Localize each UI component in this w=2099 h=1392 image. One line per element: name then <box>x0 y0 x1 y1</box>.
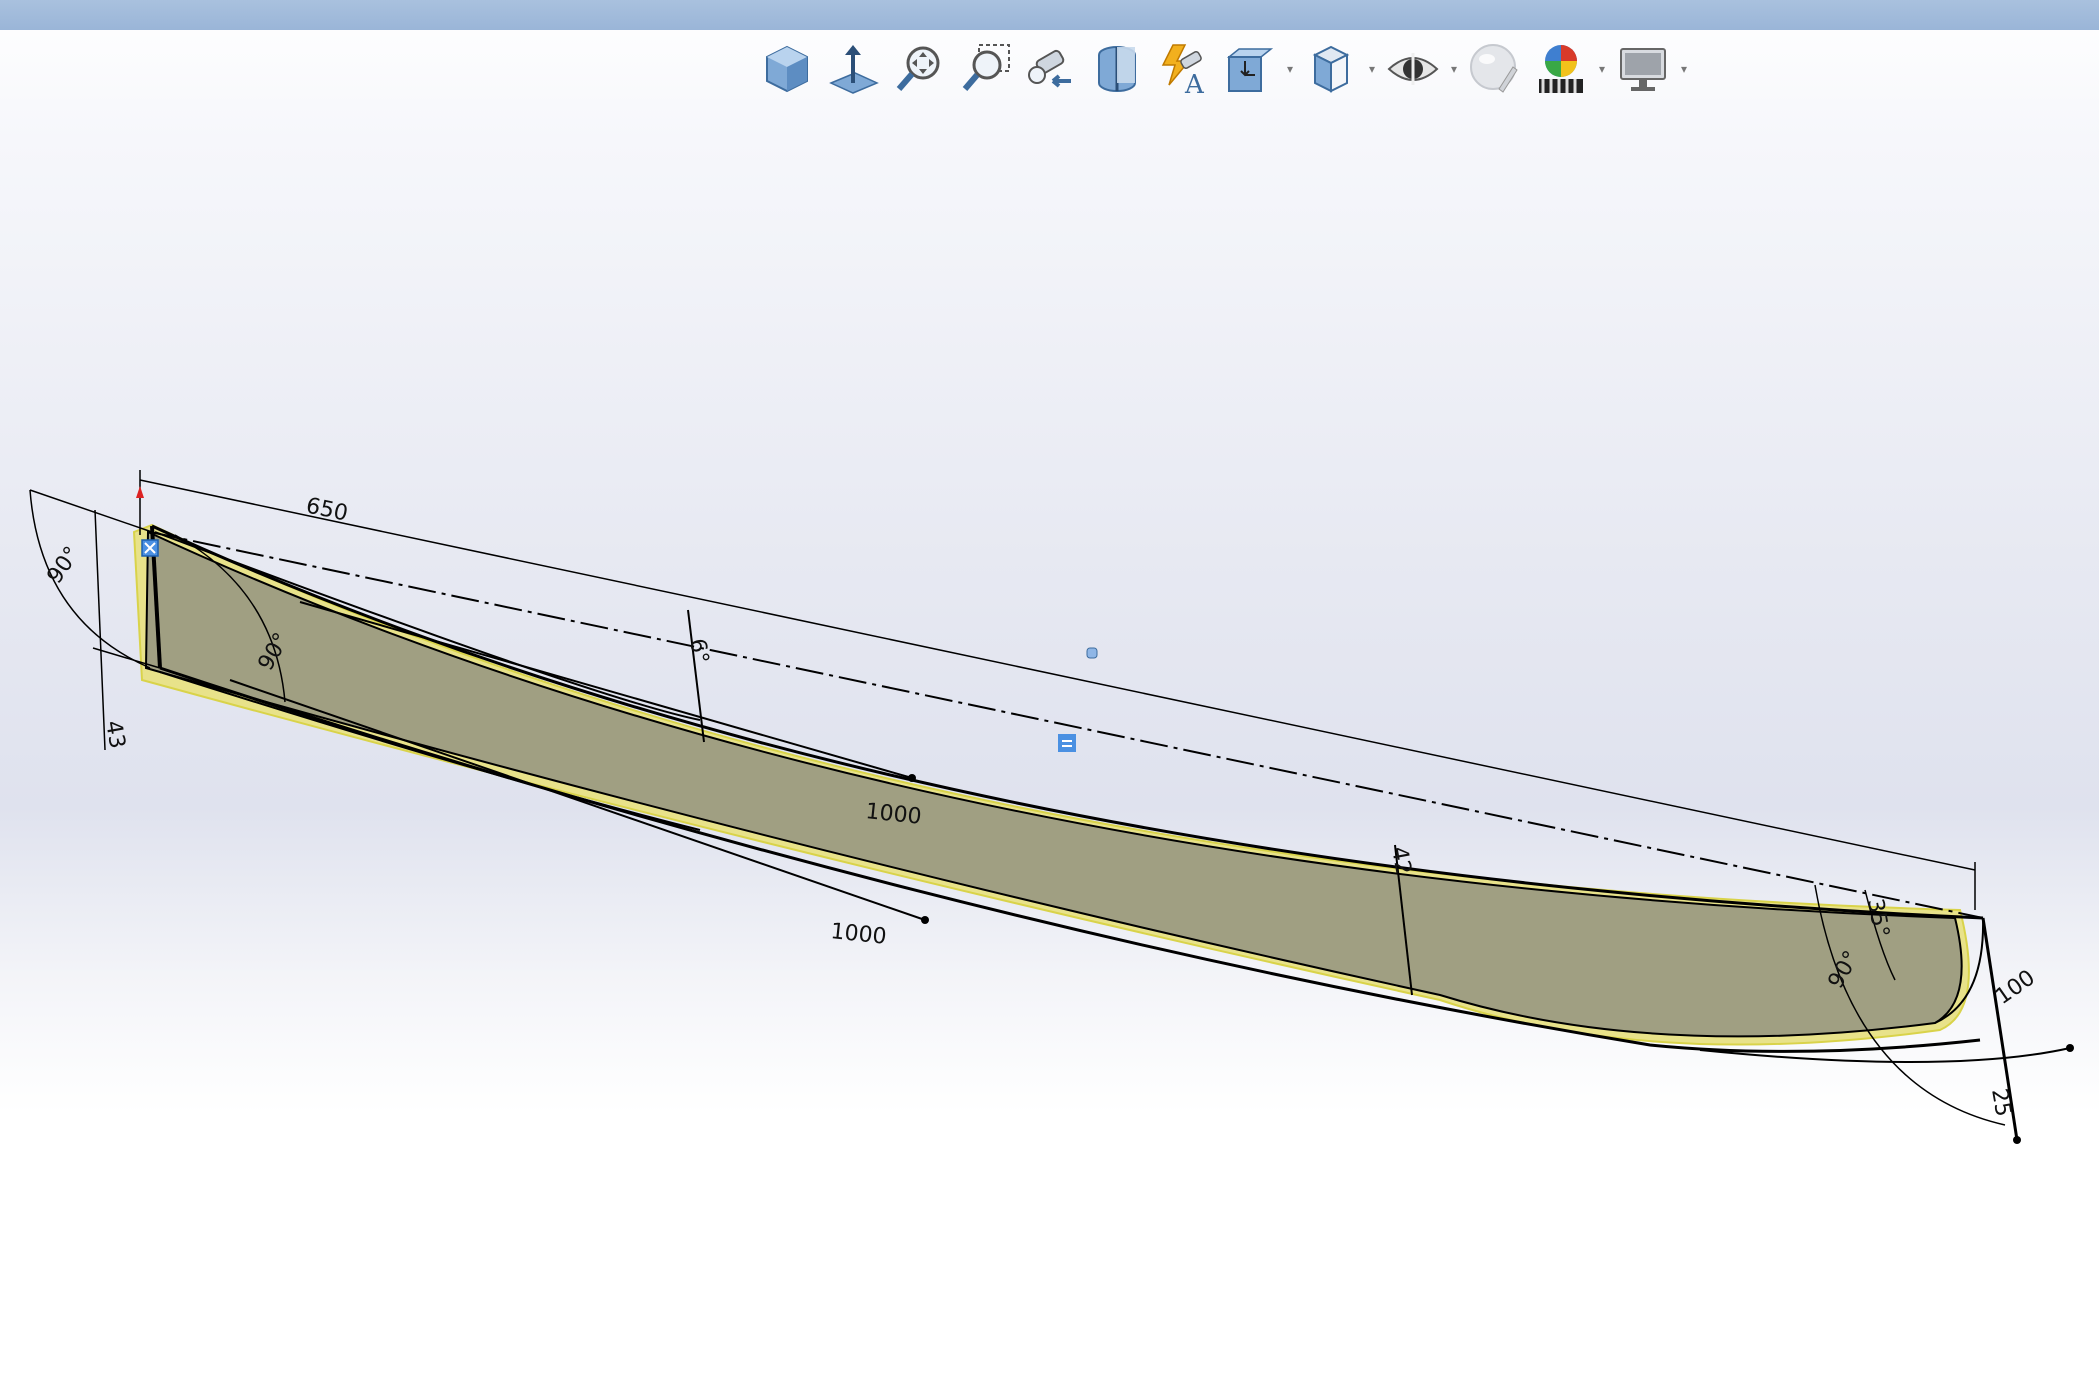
graphics-area[interactable]: 650 90° 90° 43 6° 1000 1000 42 35° 90° 1… <box>0 0 2099 1392</box>
dim-height-left[interactable]: 43 <box>100 719 129 751</box>
dim-length-right-bottom[interactable]: 25 <box>1986 1087 2015 1119</box>
dim-length-top[interactable]: 650 <box>304 493 350 526</box>
coincident-relation-icon[interactable] <box>1086 647 1098 659</box>
origin-arrow-icon <box>136 486 144 498</box>
dim-angle-left-outer[interactable]: 90° <box>42 542 85 588</box>
dim-radius-lower[interactable]: 1000 <box>829 919 887 950</box>
dim-angle-mid[interactable]: 6° <box>684 637 713 666</box>
dim-depth-mid[interactable]: 42 <box>1386 845 1415 877</box>
equal-relation-icon[interactable] <box>1058 734 1076 752</box>
part-body[interactable] <box>144 530 1963 1038</box>
dim-length-right[interactable]: 100 <box>1991 965 2040 1010</box>
